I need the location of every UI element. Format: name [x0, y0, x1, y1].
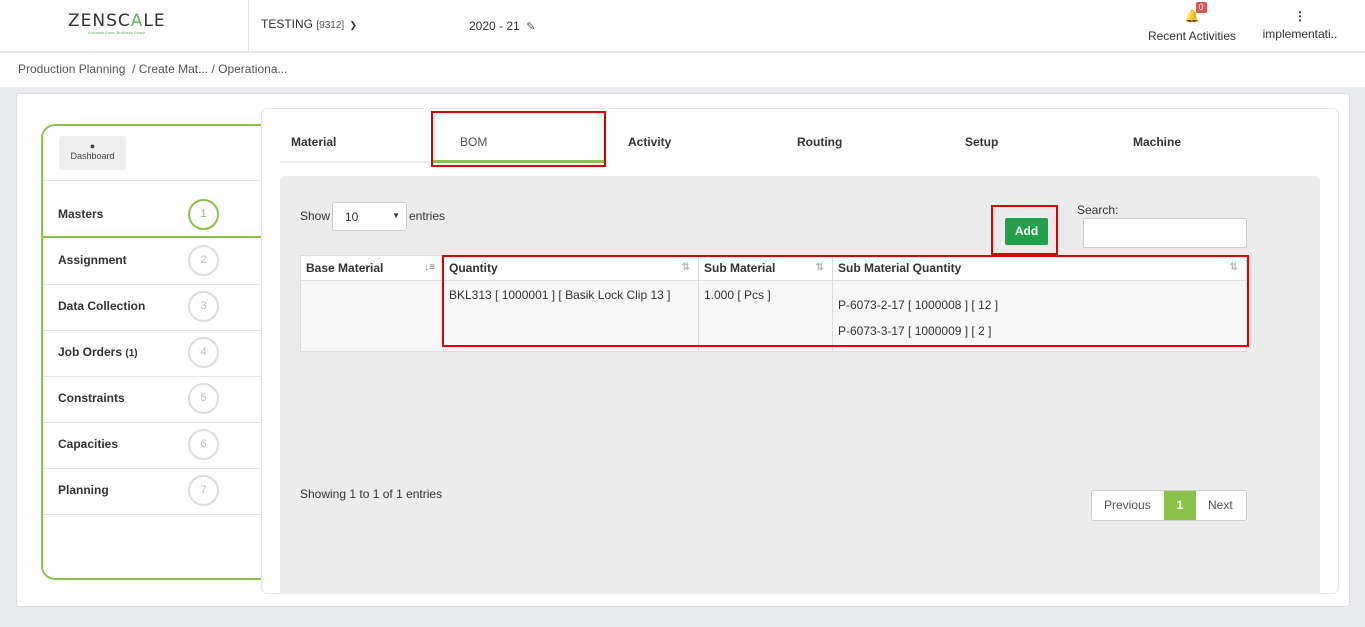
- caret-down-icon: ▼: [392, 211, 400, 220]
- table-info: Showing 1 to 1 of 1 entries: [300, 487, 443, 501]
- edit-icon: ✎: [526, 21, 536, 33]
- recent-activities-button[interactable]: 🔔 0 Recent Activities: [1140, 2, 1244, 43]
- fiscal-year-label: 2020 - 21: [469, 19, 520, 33]
- step-number: 4: [188, 337, 219, 368]
- step-label: Capacities: [58, 437, 119, 451]
- logo-tagline: Business Ease. Business Peace.: [88, 30, 147, 35]
- job-orders-count: (1): [125, 348, 138, 359]
- next-button[interactable]: Next: [1196, 491, 1246, 520]
- tab-setup[interactable]: Setup: [965, 135, 998, 149]
- step-label: Constraints: [58, 391, 125, 405]
- show-label: Show: [300, 209, 331, 223]
- step-number: 5: [188, 383, 219, 414]
- step-masters[interactable]: Masters 1: [43, 192, 263, 238]
- recent-activities-label: Recent Activities: [1147, 29, 1237, 43]
- pagination: Previous 1 Next: [1091, 490, 1247, 521]
- search-input[interactable]: [1083, 218, 1247, 248]
- breadcrumb-bar: Production Planning / Create Mat... / Op…: [0, 53, 1365, 87]
- user-name: implementati..: [1262, 27, 1338, 41]
- step-job-orders[interactable]: Job Orders (1) 4: [43, 330, 263, 376]
- company-code: [9312]: [316, 20, 345, 31]
- step-label: Assignment: [58, 253, 127, 267]
- step-number: 6: [188, 429, 219, 460]
- page-1-button[interactable]: 1: [1164, 491, 1196, 520]
- page-size-select[interactable]: 10 ▼: [332, 202, 407, 231]
- step-planning[interactable]: Planning 7: [43, 468, 263, 514]
- breadcrumb-root[interactable]: Production Planning: [18, 62, 125, 76]
- step-constraints[interactable]: Constraints 5: [43, 376, 263, 422]
- step-number: 3: [188, 291, 219, 322]
- chevron-down-icon: ❯: [349, 20, 358, 30]
- tab-routing[interactable]: Routing: [797, 135, 842, 149]
- add-button-highlight: [991, 205, 1058, 255]
- more-vertical-icon: ⋮: [1294, 9, 1306, 23]
- bom-tab-highlight: [431, 111, 606, 167]
- step-label: Job Orders (1): [58, 345, 138, 359]
- step-label: Masters: [58, 207, 104, 221]
- page-size-value: 10: [345, 210, 359, 224]
- stepper-divider: [43, 180, 263, 181]
- breadcrumb-trail[interactable]: / Create Mat... / Operationa...: [132, 62, 287, 76]
- step-number: 1: [188, 199, 219, 230]
- table-highlight: [442, 255, 1249, 347]
- column-base-material[interactable]: Base Material ↓≡: [300, 255, 444, 281]
- logo-wordmark: ZENSCALE: [68, 11, 166, 31]
- tab-underline: [280, 161, 430, 163]
- zenscale-logo[interactable]: ZENSCALE Business Ease. Business Peace.: [68, 12, 180, 38]
- step-number: 7: [188, 475, 219, 506]
- entries-label: entries: [409, 209, 446, 223]
- process-stepper: ● Dashboard Masters 1 Assignment 2 Data …: [41, 124, 263, 580]
- breadcrumb: Production Planning / Create Mat... / Op…: [18, 62, 288, 76]
- step-data-collection[interactable]: Data Collection 3: [43, 284, 263, 330]
- header-divider: [248, 0, 249, 52]
- search-label: Search:: [1077, 203, 1119, 217]
- dashboard-icon: ●: [89, 141, 96, 151]
- tab-activity[interactable]: Activity: [628, 135, 671, 149]
- tab-machine[interactable]: Machine: [1133, 135, 1181, 149]
- tab-material[interactable]: Material: [291, 135, 336, 149]
- company-selector[interactable]: TESTING [9312] ❯: [261, 17, 357, 31]
- sort-asc-icon: ↓≡: [424, 262, 435, 273]
- fiscal-year-selector[interactable]: 2020 - 21 ✎: [469, 19, 535, 33]
- step-number: 2: [188, 245, 219, 276]
- cell-base-material: [300, 280, 444, 352]
- step-label: Planning: [58, 483, 109, 497]
- user-menu[interactable]: ⋮ implementati..: [1256, 9, 1344, 41]
- notification-badge: 0: [1195, 2, 1207, 13]
- dashboard-button[interactable]: ● Dashboard: [59, 136, 126, 170]
- bell-icon: 🔔 0: [1185, 2, 1207, 23]
- previous-button[interactable]: Previous: [1092, 491, 1164, 520]
- stepper-divider: [43, 514, 263, 515]
- company-name: TESTING: [261, 17, 314, 31]
- step-assignment[interactable]: Assignment 2: [43, 238, 263, 284]
- step-capacities[interactable]: Capacities 6: [43, 422, 263, 468]
- step-label: Data Collection: [58, 299, 146, 313]
- dashboard-label: Dashboard: [70, 151, 115, 161]
- top-bar: ZENSCALE Business Ease. Business Peace. …: [0, 0, 1365, 52]
